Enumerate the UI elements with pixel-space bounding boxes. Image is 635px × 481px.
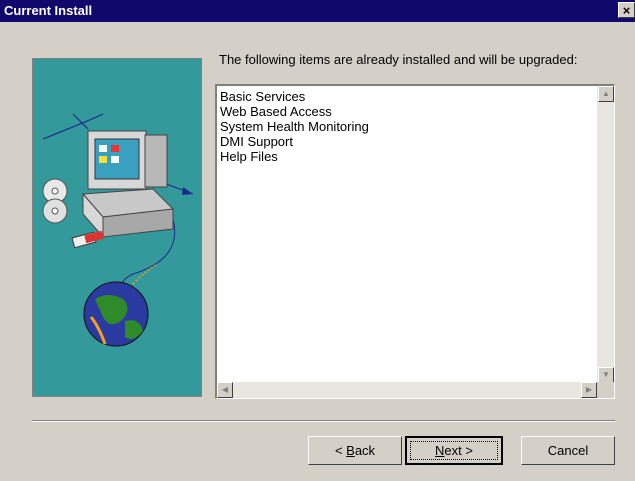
wizard-illustration <box>32 58 202 397</box>
list-item[interactable]: DMI Support <box>220 134 369 149</box>
items-list: Basic Services Web Based Access System H… <box>220 89 369 164</box>
vertical-scrollbar[interactable]: ▲ ▼ <box>597 86 614 383</box>
back-button-mnemonic: B <box>346 443 355 458</box>
scroll-up-button[interactable]: ▲ <box>598 86 614 102</box>
cancel-button[interactable]: Cancel <box>521 436 615 465</box>
installed-items-list[interactable]: Basic Services Web Based Access System H… <box>215 84 615 399</box>
window-title: Current Install <box>4 3 93 18</box>
back-button-label: ack <box>354 443 376 458</box>
upgrade-prompt: The following items are already installe… <box>219 52 578 67</box>
scroll-left-button[interactable]: ◀ <box>217 382 233 398</box>
computer-globe-illustration <box>42 113 194 347</box>
separator-highlight <box>32 421 615 422</box>
list-item[interactable]: Help Files <box>220 149 369 164</box>
scroll-right-button[interactable]: ▶ <box>581 382 597 398</box>
back-button[interactable]: < Back <box>308 436 402 465</box>
scroll-down-button[interactable]: ▼ <box>598 367 614 383</box>
list-item[interactable]: System Health Monitoring <box>220 119 369 134</box>
focus-rect <box>410 441 498 460</box>
horizontal-scrollbar[interactable]: ◀ ▶ <box>217 382 597 398</box>
next-button[interactable]: Next > <box>405 436 503 465</box>
close-button[interactable]: × <box>618 2 635 18</box>
back-button-prefix: < <box>334 443 347 458</box>
title-bar: Current Install × <box>0 0 635 22</box>
list-item[interactable]: Basic Services <box>220 89 369 104</box>
list-item[interactable]: Web Based Access <box>220 104 369 119</box>
scrollbar-corner <box>597 382 614 398</box>
